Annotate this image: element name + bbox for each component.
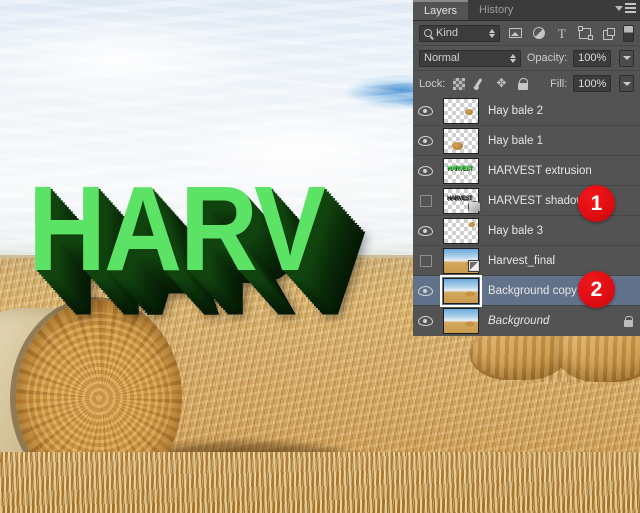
eye-icon <box>418 225 433 236</box>
smart-object-icon <box>468 259 480 272</box>
fill-label: Fill: <box>550 77 568 90</box>
layer-thumbnail[interactable] <box>438 217 484 244</box>
layer-visibility-toggle[interactable] <box>413 276 438 306</box>
screenshot-root: HARV Layers History Kind T Normal Opacit… <box>0 0 640 513</box>
layer-name[interactable]: Hay bale 2 <box>484 105 616 117</box>
thumbnail-text: HARVEST <box>447 165 473 172</box>
lock-position-icon[interactable]: ✥ <box>494 75 509 92</box>
layer-visibility-toggle[interactable] <box>413 216 438 246</box>
panel-menu-icon[interactable] <box>615 3 636 13</box>
lock-image-pixels-icon[interactable] <box>473 75 488 92</box>
fill-value: 100% <box>578 77 607 90</box>
layer-row[interactable]: Hay bale 3 <box>413 216 640 246</box>
layer-visibility-toggle[interactable] <box>413 96 438 126</box>
filter-kind-label: Kind <box>436 27 459 39</box>
lock-all-icon[interactable] <box>515 75 530 92</box>
layer-name[interactable]: HARVEST extrusion <box>484 165 616 177</box>
layer-row[interactable]: Hay bale 2 <box>413 96 640 126</box>
adjustment-layer-filter-icon[interactable] <box>530 25 547 42</box>
layer-visibility-toggle[interactable] <box>413 186 438 216</box>
eye-hidden-icon <box>419 254 432 267</box>
eye-icon <box>418 316 433 326</box>
layer-thumbnail[interactable]: HARVEST <box>438 187 484 214</box>
filter-toggle-icon[interactable] <box>623 24 634 42</box>
layer-row[interactable]: Harvest_final <box>413 246 640 276</box>
eye-icon <box>418 135 433 146</box>
layer-thumbnail[interactable] <box>438 127 484 154</box>
lock-fill-row: Lock: ✥ Fill: 100% <box>413 71 640 96</box>
opacity-label: Opacity: <box>526 52 568 64</box>
layer-thumbnail[interactable] <box>438 97 484 124</box>
tab-layers[interactable]: Layers <box>413 0 469 20</box>
layer-row[interactable]: Hay bale 1 <box>413 126 640 156</box>
panel-tabstrip: Layers History <box>413 0 640 21</box>
callout-badge-2: 2 <box>578 271 615 308</box>
layer-row[interactable]: Background <box>413 306 640 336</box>
lock-transparent-pixels-icon[interactable] <box>451 75 466 92</box>
layer-name[interactable]: Hay bale 1 <box>484 135 616 147</box>
layer-visibility-toggle[interactable] <box>413 156 438 186</box>
eye-hidden-icon <box>419 194 432 207</box>
search-icon <box>424 29 432 37</box>
layer-name[interactable]: Background <box>484 315 616 327</box>
smart-object-filter-icon[interactable] <box>600 25 617 42</box>
layer-locked-icon <box>616 315 640 327</box>
blend-mode-select[interactable]: Normal <box>419 49 521 67</box>
stubble-foreground <box>0 452 640 513</box>
layer-thumbnail[interactable]: HARVEST <box>438 157 484 184</box>
tab-history-label: History <box>479 4 514 16</box>
layer-thumbnail[interactable] <box>438 308 484 334</box>
layer-thumbnail[interactable] <box>438 274 484 307</box>
layer-thumbnail[interactable] <box>438 247 484 274</box>
blend-opacity-row: Normal Opacity: 100% <box>413 46 640 71</box>
eye-icon <box>418 285 433 296</box>
opacity-dropdown-icon[interactable] <box>619 49 634 67</box>
layer-row[interactable]: HARVEST HARVEST extrusion <box>413 156 640 186</box>
pixel-layer-filter-icon[interactable] <box>506 25 523 42</box>
tab-history[interactable]: History <box>468 0 524 20</box>
layer-visibility-toggle[interactable] <box>413 246 438 276</box>
chevron-down-icon <box>615 5 623 11</box>
hamburger-icon <box>625 3 636 13</box>
thumbnail-text: HARVEST <box>447 195 473 202</box>
fill-input[interactable]: 100% <box>573 75 612 92</box>
type-layer-filter-icon[interactable]: T <box>553 25 570 42</box>
opacity-value: 100% <box>578 52 607 64</box>
layer-filter-row: Kind T <box>413 21 640 46</box>
stepper-icon[interactable] <box>489 28 496 38</box>
harvest-3d-text[interactable]: HARV <box>28 167 326 289</box>
blend-mode-value: Normal <box>424 52 460 64</box>
filter-kind-select[interactable]: Kind <box>419 24 501 42</box>
layer-visibility-toggle[interactable] <box>413 306 438 336</box>
lock-label: Lock: <box>419 77 446 90</box>
shape-layer-filter-icon[interactable] <box>577 25 594 42</box>
fill-dropdown-icon[interactable] <box>619 75 634 92</box>
type-glyph: T <box>557 25 566 41</box>
tab-layers-label: Layers <box>424 5 458 17</box>
layer-name[interactable]: Hay bale 3 <box>484 225 616 237</box>
opacity-input[interactable]: 100% <box>573 49 612 67</box>
stepper-icon[interactable] <box>509 53 516 63</box>
eye-icon <box>418 165 433 176</box>
layer-visibility-toggle[interactable] <box>413 126 438 156</box>
layer-name[interactable]: Harvest_final <box>484 255 616 267</box>
eye-icon <box>418 105 433 116</box>
callout-badge-1: 1 <box>578 185 615 222</box>
